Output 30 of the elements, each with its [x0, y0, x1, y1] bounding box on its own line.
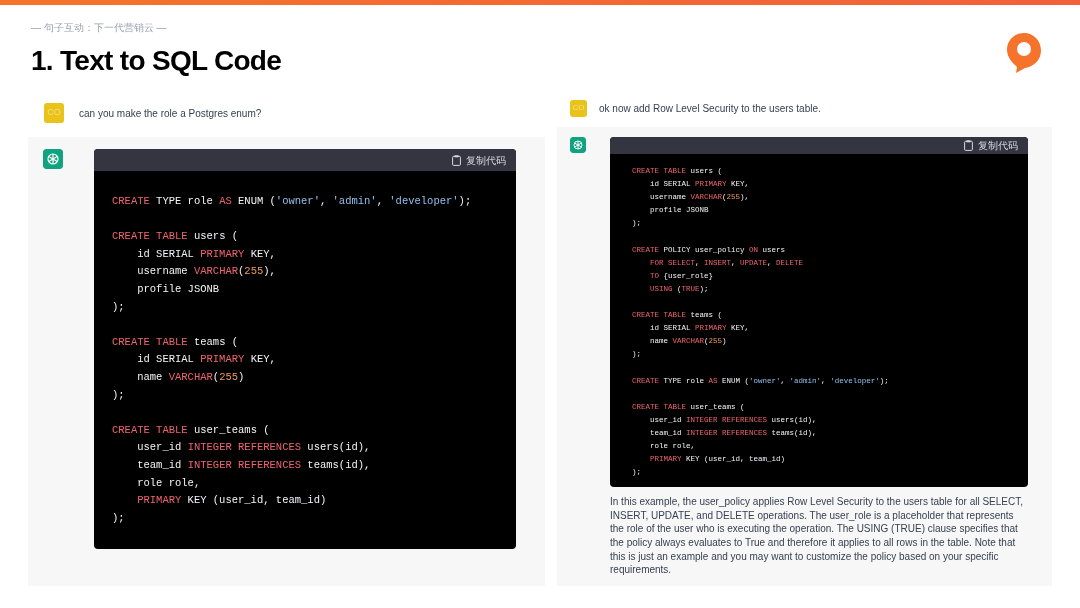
user-message: ok now add Row Level Security to the users table. [599, 101, 821, 116]
code-line: PRIMARY KEY (user_id, team_id) [136, 493, 328, 509]
code-line: ); [112, 387, 126, 403]
code-line: profile JSONB [136, 281, 221, 297]
code-line: team_id INTEGER REFERENCES teams(id), [136, 457, 372, 473]
user-message: can you make the role a Postgres enum? [79, 106, 262, 121]
assistant-avatar-icon [43, 149, 63, 169]
code-line: id SERIAL PRIMARY KEY, [136, 352, 277, 368]
clipboard-icon [452, 154, 461, 166]
code-line: user_id INTEGER REFERENCES users(id), [136, 440, 372, 456]
code-line: role role, [136, 475, 202, 491]
assistant-avatar-icon [570, 137, 586, 153]
code-line: CREATE TABLE user_teams ( [112, 422, 271, 438]
code-line: CREATE TYPE role AS ENUM ('owner', 'admin', 'developer'); [112, 194, 473, 209]
slide-title: 1. Text to SQL Code [31, 47, 282, 75]
copy-code-button[interactable]: 复制代码 [964, 138, 1018, 153]
code-line: CREATE TABLE teams ( [112, 334, 240, 350]
user-avatar: CO [44, 103, 64, 123]
code-line: username VARCHAR(255), [136, 264, 277, 280]
user-avatar: CO [570, 99, 587, 117]
logo-icon [1006, 32, 1042, 74]
copy-code-button[interactable]: 复制代码 [452, 152, 506, 168]
code-line: id SERIAL PRIMARY KEY, [136, 246, 277, 262]
assistant-explanation: In this example, the user_policy applies Row Level Security to the users table for all SELECT, INSERT, UPDATE, and DELETE operations. The user_role is a placeholder that represents the role of the user who is executing the operation. The USING (TRUE) clause specifies that the policy always evaluates to True and therefore it applies to all rows in the table. Note that this is just an example and you may want to customize the policy based on your specific requirements. [610, 495, 1024, 577]
code-line: ); [112, 299, 126, 315]
clipboard-icon [964, 140, 973, 151]
code-line: CREATE TABLE users ( [112, 229, 240, 245]
slide-subtitle: — 句子互动：下一代营销云 — [31, 21, 168, 35]
code-line: name VARCHAR(255) [136, 369, 246, 385]
code-line: ); [112, 510, 126, 526]
